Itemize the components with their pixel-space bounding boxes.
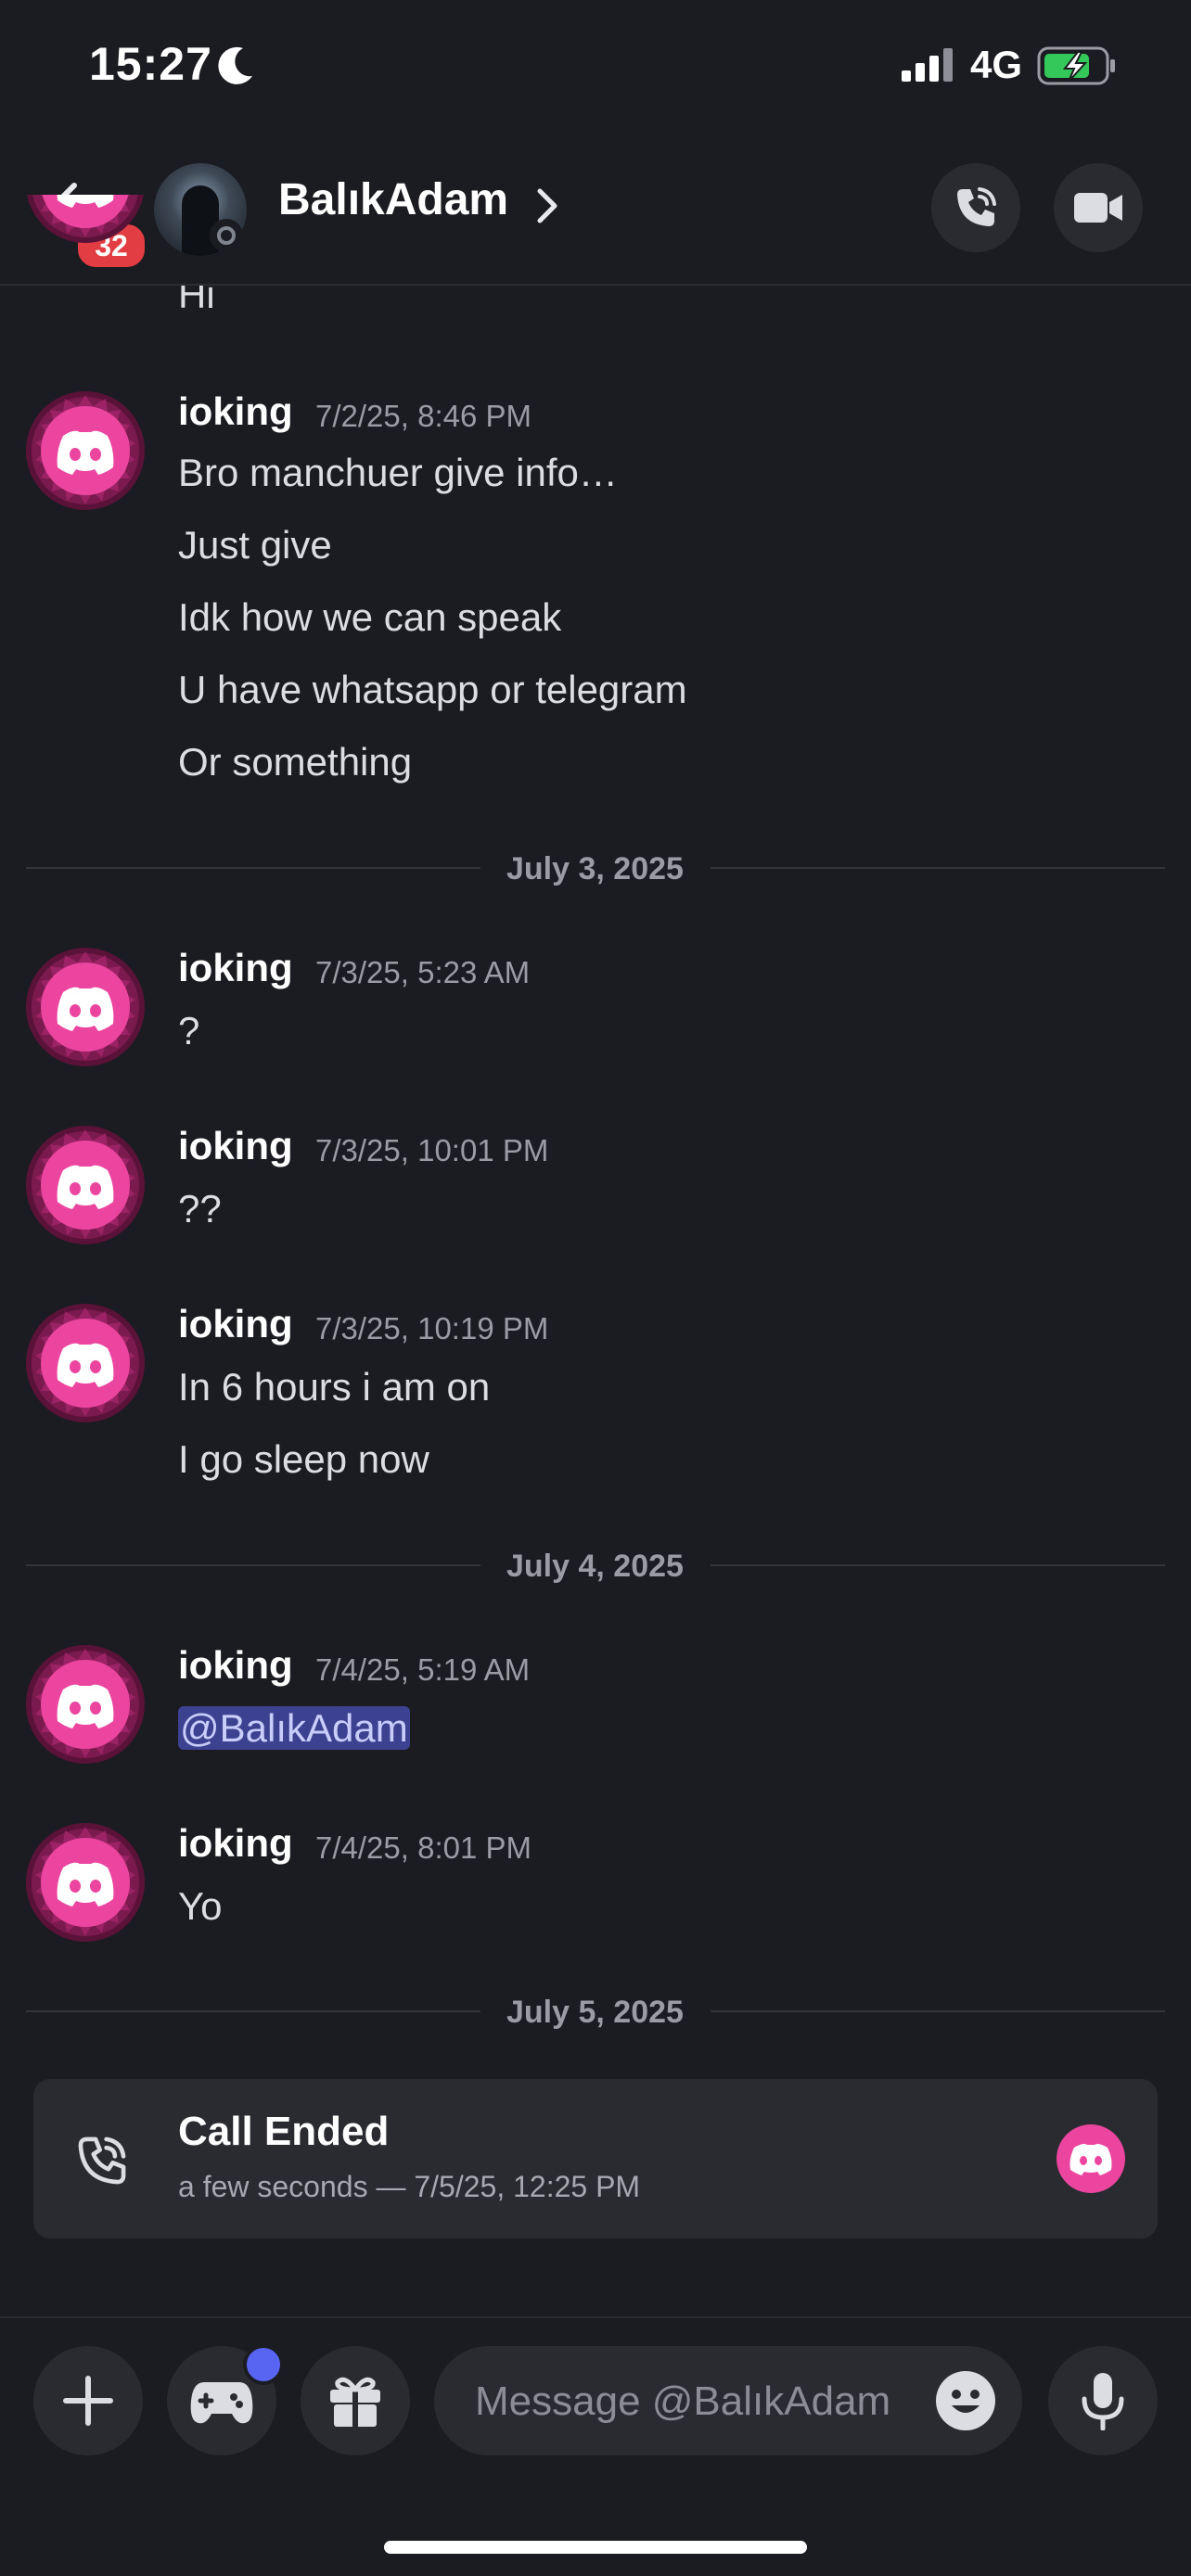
battery-charging-icon [1037,46,1115,85]
message-text: Just give [178,523,332,567]
date-divider: July 5, 2025 [506,1995,684,2030]
message-timestamp: 7/3/25, 10:01 PM [315,1133,549,1167]
call-ended-card[interactable] [33,2079,1158,2238]
message-text: Idk how we can speak [178,595,562,639]
date-divider-line [26,1564,480,1566]
user-avatar[interactable] [24,1643,147,1766]
home-indicator[interactable] [384,2541,807,2554]
network-type: 4G [970,43,1023,86]
message-text: @BalıkAdam [178,1706,410,1751]
video-camera-icon [1074,193,1122,223]
message-timestamp: 7/4/25, 5:19 AM [315,1652,531,1687]
user-avatar[interactable] [24,946,147,1068]
call-subtitle: a few seconds — 7/5/25, 12:25 PM [178,2170,641,2203]
status-time: 15:27 [89,38,212,90]
date-divider-line [26,867,480,869]
emoji-icon[interactable] [935,2370,996,2431]
user-avatar[interactable] [24,1302,147,1424]
message-text: Hi [178,273,215,316]
signal-icon [902,48,953,82]
message-timestamp: 7/2/25, 8:46 PM [315,399,531,433]
date-divider: July 3, 2025 [506,851,684,886]
voice-message-button[interactable] [1048,2346,1158,2455]
plus-icon [63,2376,113,2426]
user-avatar[interactable] [24,389,147,512]
user-avatar[interactable] [24,1821,147,1944]
message-timestamp: 7/3/25, 5:23 AM [315,955,531,989]
microphone-icon [1082,2373,1124,2430]
contact-name[interactable]: BalıkAdam [278,174,508,225]
chevron-right-icon[interactable] [536,187,558,224]
notification-dot [243,2344,284,2385]
add-attachment-button[interactable] [33,2346,143,2455]
call-title: Call Ended [178,2109,390,2154]
user-mention[interactable]: @BalıkAdam [178,1706,410,1750]
message-text: I go sleep now [178,1437,429,1481]
message-username[interactable]: ioking [178,1821,293,1866]
date-divider: July 4, 2025 [506,1549,684,1584]
message-timestamp: 7/4/25, 8:01 PM [315,1830,531,1865]
phone-call-icon [78,2136,126,2185]
offline-status-indicator [210,219,243,252]
message-username[interactable]: ioking [178,946,293,990]
message-username[interactable]: ioking [178,1643,293,1688]
gift-icon [330,2377,380,2427]
message-text: ? [178,1009,200,1052]
message-input[interactable] [473,2346,922,2457]
message-timestamp: 7/3/25, 10:19 PM [315,1311,549,1345]
message-text: U have whatsapp or telegram [178,668,687,711]
gift-button[interactable] [301,2346,410,2455]
date-divider-line [711,2010,1165,2012]
header-divider [0,284,1191,286]
phone-call-icon [957,187,996,226]
message-username[interactable]: ioking [178,1124,293,1168]
message-username[interactable]: ioking [178,389,293,434]
moon-icon [218,46,252,84]
message-text: In 6 hours i am on [178,1365,491,1409]
message-composer[interactable] [434,2346,1022,2457]
composer-divider [0,2316,1191,2318]
date-divider-line [26,2010,480,2012]
date-divider-line [711,867,1165,869]
date-divider-line [711,1564,1165,1566]
message-text: ?? [178,1187,222,1231]
message-text: Yo [178,1884,223,1928]
user-avatar[interactable] [24,1124,147,1246]
message-username[interactable]: ioking [178,1302,293,1346]
voice-call-button[interactable] [931,163,1020,252]
gamepad-icon [190,2382,253,2424]
video-call-button[interactable] [1054,163,1143,252]
discord-logo-icon [1057,2124,1125,2193]
message-text: Or something [178,740,413,784]
message-text: Bro manchuer give info… [178,451,618,494]
